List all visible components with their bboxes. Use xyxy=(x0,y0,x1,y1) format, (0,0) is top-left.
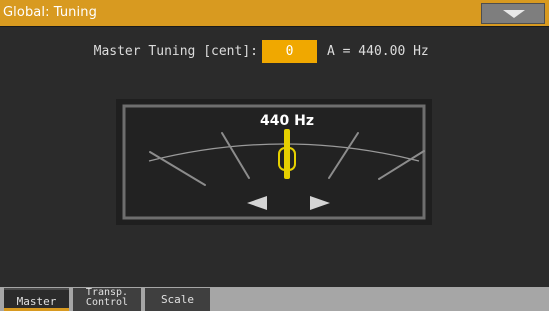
tuner-frequency-label: 440 Hz xyxy=(260,113,314,129)
master-tuning-row: Master Tuning [cent]: 0 A = 440.00 Hz xyxy=(0,40,549,64)
title-bar: Global: Tuning xyxy=(0,0,549,27)
tab-scale-label: Scale xyxy=(160,293,195,306)
triangle-down-icon xyxy=(503,10,525,18)
tab-scale[interactable]: Scale xyxy=(145,288,210,311)
page-menu-button[interactable] xyxy=(481,3,545,24)
tab-master-label: Master xyxy=(16,295,57,308)
tab-transp-control[interactable]: Transp. Control xyxy=(73,288,141,311)
page-title: Global: Tuning xyxy=(3,5,97,20)
tab-bar: Master Transp. Control Scale xyxy=(0,287,549,311)
tab-transp-label-line2: Control xyxy=(85,297,129,308)
a-frequency-readout: A = 440.00 Hz xyxy=(327,44,429,59)
tuner-meter: 440 Hz xyxy=(116,99,432,225)
master-tuning-value-field[interactable]: 0 xyxy=(262,40,317,63)
master-tuning-label: Master Tuning [cent]: xyxy=(93,44,258,59)
tab-master[interactable]: Master xyxy=(4,288,69,311)
